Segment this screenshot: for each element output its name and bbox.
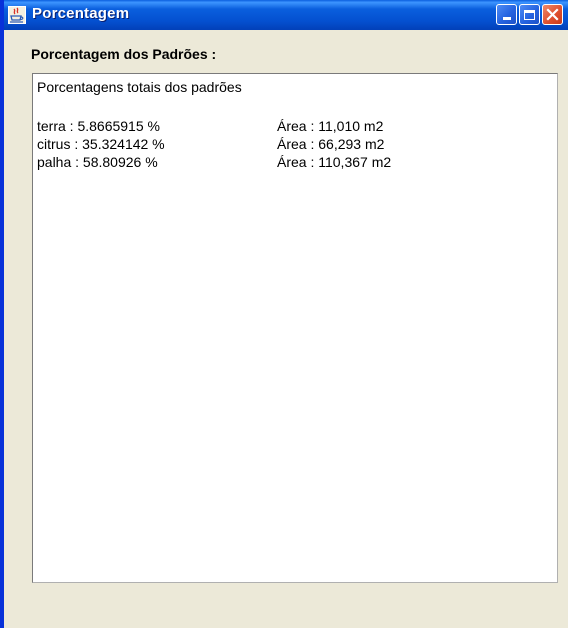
maximize-button[interactable] — [519, 4, 540, 25]
java-app-icon[interactable] — [8, 6, 26, 24]
window-title: Porcentagem — [32, 5, 130, 22]
pattern-percentage: terra : 5.8665915 % — [37, 118, 160, 134]
text-area-heading: Porcentagens totais dos padrões — [37, 79, 242, 95]
close-button[interactable] — [542, 4, 563, 25]
pattern-percentage: palha : 58.80926 % — [37, 154, 158, 170]
minimize-icon — [502, 17, 511, 20]
minimize-button[interactable] — [496, 4, 517, 25]
percentages-text-area[interactable]: Porcentagens totais dos padrões terra : … — [32, 73, 558, 583]
group-label: Porcentagem dos Padrões : — [31, 46, 217, 62]
pattern-area: Área : 11,010 m2 — [277, 118, 384, 134]
pattern-area: Área : 66,293 m2 — [277, 136, 385, 152]
maximize-icon — [524, 9, 535, 20]
pattern-percentage: citrus : 35.324142 % — [37, 136, 165, 152]
window: Porcentagem Porcentagem dos Padrões : Po… — [0, 0, 568, 628]
title-bar[interactable]: Porcentagem — [4, 0, 568, 30]
pattern-area: Área : 110,367 m2 — [277, 154, 392, 170]
close-icon — [546, 8, 559, 21]
